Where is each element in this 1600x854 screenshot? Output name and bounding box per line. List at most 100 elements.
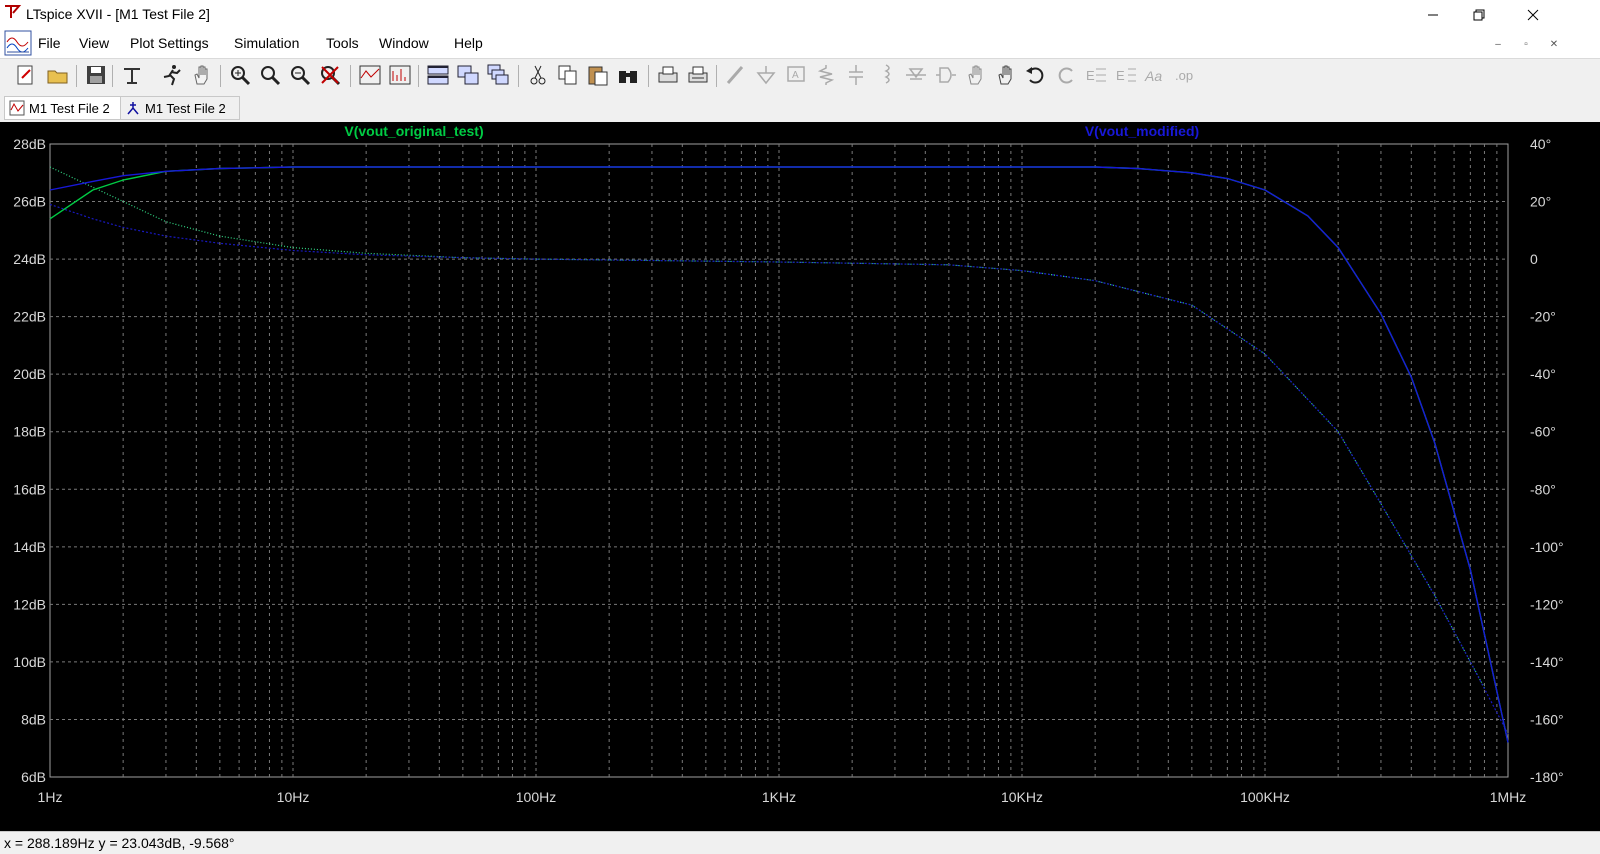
minimize-icon	[1428, 14, 1438, 16]
y-right-tick-label: -100°	[1530, 539, 1564, 555]
tab-waveform[interactable]: M1 Test File 2	[4, 96, 126, 120]
zoom-cancel-icon[interactable]	[318, 63, 342, 87]
restore-button[interactable]	[1456, 0, 1502, 30]
save-icon[interactable]	[84, 63, 108, 87]
series-label-original: V(vout_original_test)	[344, 123, 483, 139]
tab-schematic[interactable]: M1 Test File 2	[120, 96, 240, 120]
y-left-tick-label: 20dB	[13, 366, 46, 382]
menu-window[interactable]: Window	[379, 35, 429, 51]
x-tick-label: 100KHz	[1240, 789, 1290, 805]
schematic-tab-icon	[127, 102, 139, 115]
fft-icon[interactable]	[388, 63, 412, 87]
x-tick-label: 100Hz	[516, 789, 556, 805]
window-title: LTspice XVII - [M1 Test File 2]	[26, 6, 210, 22]
zoom-out-icon[interactable]	[288, 63, 312, 87]
print-setup-icon[interactable]	[686, 63, 710, 87]
undo-icon[interactable]	[1024, 63, 1048, 87]
cascade-icon[interactable]	[486, 63, 510, 87]
menu-help[interactable]: Help	[454, 35, 483, 51]
svg-text:A: A	[792, 70, 799, 81]
y-left-tick-label: 22dB	[13, 309, 46, 325]
y-right-tick-label: -180°	[1530, 769, 1564, 785]
restore-icon	[1473, 9, 1485, 21]
control-panel-icon[interactable]	[120, 63, 144, 87]
document-tab-bar: M1 Test File 2 M1 Test File 2	[0, 93, 1600, 121]
run-icon[interactable]	[160, 63, 184, 87]
y-left-tick-label: 14dB	[13, 539, 46, 555]
waveform-doc-icon[interactable]	[4, 30, 32, 61]
y-left-tick-label: 6dB	[21, 769, 46, 785]
new-schematic-icon[interactable]	[14, 63, 38, 87]
zoom-area-icon[interactable]	[228, 63, 252, 87]
cut-icon[interactable]	[526, 63, 550, 87]
menu-plot-settings[interactable]: Plot Settings	[130, 35, 209, 51]
paste-icon[interactable]	[586, 63, 610, 87]
plot-frame	[49, 143, 1509, 778]
spice-directive-icon: .op	[1174, 63, 1198, 87]
mirror-icon: E	[1114, 63, 1138, 87]
mdi-close-button[interactable]: ✕	[1546, 38, 1562, 52]
y-left-tick-label: 26dB	[13, 194, 46, 210]
y-right-tick-label: -80°	[1530, 481, 1556, 497]
menu-simulation[interactable]: Simulation	[234, 35, 299, 51]
resistor-icon	[814, 63, 838, 87]
drag-hand-icon	[994, 63, 1018, 87]
inductor-icon	[874, 63, 898, 87]
y-left-tick-label: 28dB	[13, 136, 46, 152]
y-right-tick-label: 40°	[1530, 136, 1551, 152]
menu-tools[interactable]: Tools	[326, 35, 359, 51]
find-binoculars-icon[interactable]	[616, 63, 640, 87]
x-tick-label: 10KHz	[1001, 789, 1043, 805]
draw-wire-icon	[724, 63, 748, 87]
rotate-icon: E	[1084, 63, 1108, 87]
y-left-tick-label: 8dB	[21, 711, 46, 727]
svg-text:.op: .op	[1175, 68, 1193, 83]
status-bar: x = 288.189Hz y = 23.043dB, -9.568°	[0, 831, 1600, 854]
x-tick-label: 1Hz	[38, 789, 63, 805]
y-right-tick-label: 0	[1530, 251, 1538, 267]
mdi-minimize-button[interactable]: –	[1490, 38, 1506, 52]
menu-file[interactable]: File	[38, 35, 61, 51]
ground-icon	[754, 63, 778, 87]
x-tick-label: 10Hz	[277, 789, 310, 805]
capacitor-icon	[844, 63, 868, 87]
y-left-tick-label: 18dB	[13, 424, 46, 440]
series-label-modified: V(vout_modified)	[1085, 123, 1199, 139]
tile-vertical-icon[interactable]	[456, 63, 480, 87]
print-icon[interactable]	[656, 63, 680, 87]
text-icon: Aa	[1144, 63, 1168, 87]
ltspice-app-icon[interactable]	[4, 4, 22, 27]
y-right-tick-label: -40°	[1530, 366, 1556, 382]
y-right-tick-label: -160°	[1530, 711, 1564, 727]
y-right-tick-label: -60°	[1530, 424, 1556, 440]
y-right-tick-label: -120°	[1530, 596, 1564, 612]
y-left-tick-label: 12dB	[13, 596, 46, 612]
label-net-icon: A	[784, 63, 808, 87]
x-tick-label: 1MHz	[1490, 789, 1527, 805]
copy-icon[interactable]	[556, 63, 580, 87]
waveform-plot[interactable]: 28dB 26dB 24dB 22dB 20dB 18dB 16dB 14dB 12dB 10dB…	[0, 122, 1600, 831]
zoom-in-icon[interactable]	[258, 63, 282, 87]
waveform-tab-icon	[9, 100, 25, 116]
toolbar: A E E Aa .op	[0, 58, 1600, 94]
minimize-button[interactable]	[1410, 0, 1456, 30]
menu-view[interactable]: View	[79, 35, 109, 51]
mdi-restore-button[interactable]: ▫	[1518, 38, 1534, 52]
close-button[interactable]	[1510, 0, 1556, 30]
move-hand-icon	[964, 63, 988, 87]
svg-text:E: E	[1086, 68, 1095, 83]
svg-text:E: E	[1116, 68, 1125, 83]
menu-bar: File View Plot Settings Simulation Tools…	[0, 30, 1600, 58]
autorange-icon[interactable]	[358, 63, 382, 87]
y-right-tick-label: -20°	[1530, 309, 1556, 325]
bode-chart[interactable]: 28dB 26dB 24dB 22dB 20dB 18dB 16dB 14dB 12dB 10dB…	[0, 122, 1600, 831]
diode-icon	[904, 63, 928, 87]
tab-label: M1 Test File 2	[29, 100, 110, 116]
phase-trace-original	[49, 166, 1486, 689]
close-icon	[1527, 9, 1539, 21]
halt-hand-icon[interactable]	[190, 63, 214, 87]
svg-text:Aa: Aa	[1144, 68, 1162, 84]
open-icon[interactable]	[46, 63, 70, 87]
component-icon	[934, 63, 958, 87]
tile-horizontal-icon[interactable]	[426, 63, 450, 87]
